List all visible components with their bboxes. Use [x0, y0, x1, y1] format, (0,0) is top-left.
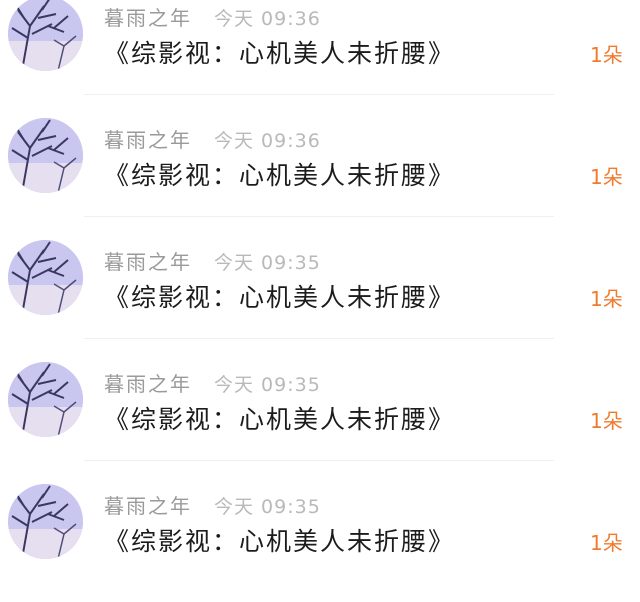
message-text: 《综影视：心机美人未折腰》 — [104, 405, 456, 434]
winter-tree-avatar-icon[interactable] — [8, 118, 83, 193]
gift-count: 1朵 — [590, 287, 623, 311]
message-text: 《综影视：心机美人未折腰》 — [104, 161, 456, 190]
sender-name[interactable]: 暮雨之年 — [104, 2, 192, 31]
divider — [84, 460, 554, 461]
message-item[interactable]: 暮雨之年 今天 09:36 《综影视：心机美人未折腰》 1朵 — [0, 114, 640, 236]
sender-name[interactable]: 暮雨之年 — [104, 368, 192, 397]
winter-tree-avatar-icon[interactable] — [8, 240, 83, 315]
message-item[interactable]: 暮雨之年 今天 09:35 《综影视：心机美人未折腰》 1朵 — [0, 236, 640, 358]
message-text: 《综影视：心机美人未折腰》 — [104, 283, 456, 312]
message-time: 今天 09:35 — [214, 374, 321, 396]
message-item[interactable]: 暮雨之年 今天 09:35 《综影视：心机美人未折腰》 1朵 — [0, 480, 640, 602]
sender-name[interactable]: 暮雨之年 — [104, 490, 192, 519]
message-time: 今天 09:35 — [214, 496, 321, 518]
sender-name[interactable]: 暮雨之年 — [104, 124, 192, 153]
divider — [84, 216, 554, 217]
message-time: 今天 09:36 — [214, 130, 321, 152]
winter-tree-avatar-icon[interactable] — [8, 0, 83, 71]
divider — [84, 338, 554, 339]
gift-count: 1朵 — [590, 409, 623, 433]
winter-tree-avatar-icon[interactable] — [8, 484, 83, 559]
winter-tree-avatar-icon[interactable] — [8, 362, 83, 437]
message-feed: 暮雨之年 今天 09:36 《综影视：心机美人未折腰》 1朵 暮雨之年 今天 0… — [0, 0, 640, 559]
message-text: 《综影视：心机美人未折腰》 — [104, 39, 456, 68]
message-time: 今天 09:36 — [214, 8, 321, 30]
gift-count: 1朵 — [590, 43, 623, 67]
message-item[interactable]: 暮雨之年 今天 09:36 《综影视：心机美人未折腰》 1朵 — [0, 0, 640, 114]
message-text: 《综影视：心机美人未折腰》 — [104, 527, 456, 556]
gift-count: 1朵 — [590, 531, 623, 555]
divider — [84, 94, 554, 95]
sender-name[interactable]: 暮雨之年 — [104, 246, 192, 275]
gift-count: 1朵 — [590, 165, 623, 189]
message-item[interactable]: 暮雨之年 今天 09:35 《综影视：心机美人未折腰》 1朵 — [0, 358, 640, 480]
message-time: 今天 09:35 — [214, 252, 321, 274]
